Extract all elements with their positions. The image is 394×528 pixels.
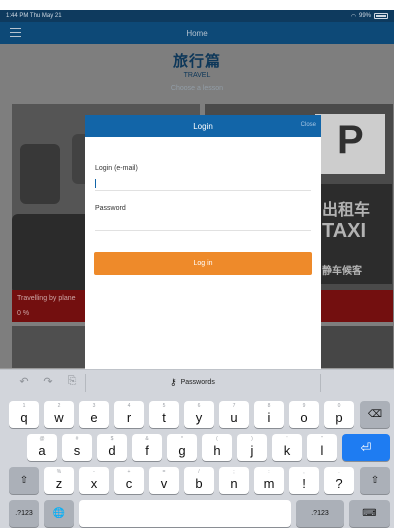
key-a[interactable]: @ a xyxy=(27,434,57,461)
toolbar-divider xyxy=(85,374,86,392)
key-p[interactable]: 0p xyxy=(324,401,354,428)
key-r[interactable]: 4r xyxy=(114,401,144,428)
login-modal: Login Close Login (e-mail) Password Log … xyxy=(85,115,321,369)
key-v[interactable]: = v xyxy=(149,467,179,494)
globe-icon: 🌐 xyxy=(52,508,66,519)
return-key[interactable]: ⏎ xyxy=(342,434,390,461)
status-bar: 1:44 PM Thu May 21 ◠ 99% xyxy=(0,10,394,22)
key-q[interactable]: 1q xyxy=(9,401,39,428)
status-time: 1:44 PM xyxy=(6,13,29,19)
modal-title: Login xyxy=(193,121,213,131)
key-t[interactable]: 5t xyxy=(149,401,179,428)
numbers-key-left[interactable]: .?123 xyxy=(9,500,39,527)
key-l[interactable]: " l xyxy=(307,434,337,461)
key-k[interactable]: ' k xyxy=(272,434,302,461)
toolbar-divider xyxy=(320,374,321,392)
login-button[interactable]: Log in xyxy=(94,252,312,275)
key-question[interactable]: .? xyxy=(324,467,354,494)
redo-icon[interactable]: ↷ xyxy=(38,375,58,388)
delete-key[interactable]: ⌫ xyxy=(360,401,390,428)
on-screen-keyboard: 1q 2w 3e 4r 5t 6y 7u 8i 9o 0p ⌫ @ a # s $ d… xyxy=(0,395,394,528)
top-strip xyxy=(0,0,394,10)
key-c[interactable]: + c xyxy=(114,467,144,494)
email-label: Login (e-mail) xyxy=(95,165,138,172)
battery-percent: 99% xyxy=(358,13,371,19)
password-label: Password xyxy=(95,205,126,212)
globe-key[interactable]: 🌐 xyxy=(44,500,74,527)
key-f[interactable]: & f xyxy=(132,434,162,461)
key-n[interactable]: ; n xyxy=(219,467,249,494)
key-y[interactable]: 6y xyxy=(184,401,214,428)
key-w[interactable]: 2w xyxy=(44,401,74,428)
key-icon: ⚷ xyxy=(170,377,177,387)
key-j[interactable]: ) j xyxy=(237,434,267,461)
backspace-icon: ⌫ xyxy=(367,409,383,420)
password-field[interactable] xyxy=(95,218,311,231)
key-d[interactable]: $ d xyxy=(97,434,127,461)
shift-icon: ⇧ xyxy=(19,475,29,486)
key-exclamation[interactable]: ,! xyxy=(289,467,319,494)
battery-icon xyxy=(374,13,388,19)
undo-icon[interactable]: ↶ xyxy=(14,375,34,388)
key-s[interactable]: # s xyxy=(62,434,92,461)
key-o[interactable]: 9o xyxy=(289,401,319,428)
wifi-icon: ◠ xyxy=(350,13,356,20)
status-time-date: 1:44 PM Thu May 21 xyxy=(6,13,62,19)
hide-keyboard-key[interactable]: ⌨ xyxy=(349,500,390,527)
key-u[interactable]: 7u xyxy=(219,401,249,428)
paste-icon[interactable]: ⎘ xyxy=(62,375,82,388)
key-e[interactable]: 3e xyxy=(79,401,109,428)
email-field[interactable] xyxy=(95,178,311,191)
shift-icon: ⇧ xyxy=(370,475,380,486)
passwords-label: Passwords xyxy=(180,379,215,386)
key-x[interactable]: -x xyxy=(79,467,109,494)
status-right: ◠ 99% xyxy=(351,13,388,20)
text-caret xyxy=(95,179,96,188)
space-bar[interactable] xyxy=(79,500,291,527)
password-field-group: Password xyxy=(95,205,311,231)
passwords-button[interactable]: ⚷ Passwords xyxy=(170,377,215,388)
key-m[interactable]: :m xyxy=(254,467,284,494)
key-g[interactable]: * g xyxy=(167,434,197,461)
status-date: Thu May 21 xyxy=(29,13,62,19)
return-icon: ⏎ xyxy=(360,439,372,455)
key-b[interactable]: / b xyxy=(184,467,214,494)
key-z[interactable]: % z xyxy=(44,467,74,494)
shift-key-left[interactable]: ⇧ xyxy=(9,467,39,494)
close-button[interactable]: Close xyxy=(301,122,316,128)
key-h[interactable]: (h xyxy=(202,434,232,461)
numbers-key-right[interactable]: .?123 xyxy=(296,500,344,527)
key-i[interactable]: 8i xyxy=(254,401,284,428)
hide-keyboard-icon: ⌨ xyxy=(362,508,377,519)
email-field-group: Login (e-mail) xyxy=(95,165,311,191)
keyboard-toolbar: ↶ ↷ ⎘ ⚷ Passwords xyxy=(0,369,394,395)
modal-header: Login Close xyxy=(85,115,321,137)
shift-key-right[interactable]: ⇧ xyxy=(360,467,390,494)
